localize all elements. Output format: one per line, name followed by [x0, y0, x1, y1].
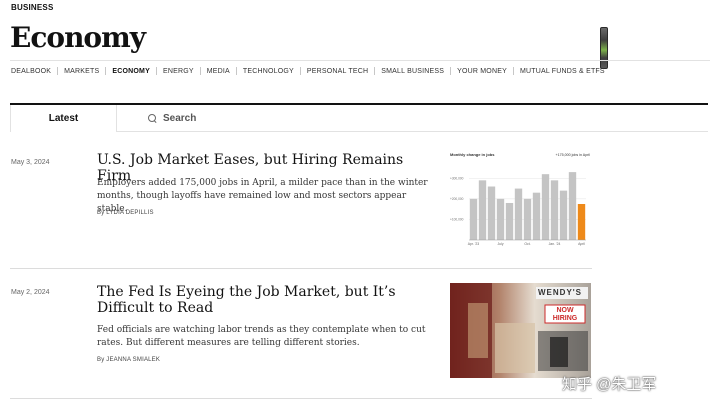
- hiring-photo: [450, 283, 591, 378]
- story-date: May 2, 2024: [11, 289, 50, 296]
- story-divider: [10, 268, 592, 269]
- subnav-item-markets[interactable]: MARKETS: [64, 68, 99, 75]
- chart-bar: [568, 172, 577, 240]
- photo-sign-sub: NOW HIRING: [552, 307, 578, 322]
- chart-bar: [514, 188, 523, 240]
- subnav-item-small-business[interactable]: SMALL BUSINESS: [381, 68, 444, 75]
- chart-x-tick-label: July: [497, 242, 503, 246]
- subnav-separator: [374, 67, 376, 75]
- chart-bar: [469, 198, 478, 240]
- subnav-separator: [235, 67, 237, 75]
- subnav-separator: [299, 67, 301, 75]
- chart-y-tick-label: +200,000: [450, 197, 464, 201]
- subnav-separator: [57, 67, 59, 75]
- section-subnav: DEALBOOK MARKETS ECONOMY ENERGY MEDIA TECHNOL…: [11, 62, 711, 80]
- chart-annotation: +175,000 jobs in April: [556, 153, 591, 157]
- search-icon: [148, 114, 157, 123]
- subnav-item-your-money[interactable]: YOUR MONEY: [457, 68, 507, 75]
- subnav-item-economy[interactable]: ECONOMY: [112, 68, 150, 75]
- chart-bar: [559, 190, 568, 240]
- chart-thumbnail[interactable]: Monthly change in jobs +175,000 jobs in A…: [449, 150, 591, 250]
- chart-x-tick-label: Jan. '24: [549, 242, 561, 246]
- top-rule: [10, 60, 710, 61]
- subnav-item-technology[interactable]: TECHNOLOGY: [243, 68, 294, 75]
- chart-x-tick-label: April: [578, 242, 585, 246]
- subnav-separator: [512, 67, 514, 75]
- chart-y-tick-label: +300,000: [450, 176, 464, 180]
- story-divider: [10, 398, 592, 399]
- photo-sign-text: WENDY'S: [538, 288, 583, 297]
- subnav-separator: [450, 67, 452, 75]
- story-headline[interactable]: The Fed Is Eyeing the Job Market, but It…: [97, 284, 427, 316]
- subnav-item-energy[interactable]: ENERGY: [163, 68, 194, 75]
- page-title[interactable]: Economy: [10, 20, 146, 56]
- chart-x-tick-label: Apr. '23: [468, 242, 480, 246]
- chart-bar: [505, 202, 514, 240]
- subnav-item-media[interactable]: MEDIA: [207, 68, 230, 75]
- chart-bar: [523, 198, 532, 240]
- chart-bar: [550, 180, 559, 240]
- chart-bar: [496, 198, 505, 240]
- subnav-item-mutual-funds-etfs[interactable]: MUTUAL FUNDS & ETFS: [520, 68, 605, 75]
- tabbar: Latest Search: [10, 105, 708, 132]
- story-byline[interactable]: By LYDIA DEPILLIS: [97, 210, 154, 216]
- chart-bar: [541, 174, 550, 240]
- story-date: May 3, 2024: [11, 159, 50, 166]
- story-summary: Fed officials are watching labor trends …: [97, 325, 426, 348]
- tab-latest[interactable]: Latest: [10, 105, 117, 132]
- subnav-item-personal-tech[interactable]: PERSONAL TECH: [307, 68, 368, 75]
- chart-y-tick-label: +100,000: [450, 218, 464, 222]
- subnav-separator: [199, 67, 201, 75]
- watermark: 知乎 @朱卫军: [562, 376, 657, 393]
- chart-bar: [478, 180, 487, 240]
- jobs-chart: Monthly change in jobs +175,000 jobs in A…: [450, 152, 591, 246]
- tab-search-label: Search: [163, 113, 197, 124]
- story-byline[interactable]: By JEANNA SMIALEK: [97, 357, 160, 363]
- subnav-separator: [155, 67, 157, 75]
- subnav-item-dealbook[interactable]: DEALBOOK: [11, 68, 51, 75]
- chart-title: Monthly change in jobs: [450, 152, 495, 157]
- chart-bar: [577, 204, 586, 240]
- chart-bar: [532, 192, 541, 240]
- subnav-separator: [105, 67, 107, 75]
- story-photo[interactable]: WENDY'S NOW HIRING: [450, 283, 591, 378]
- section-kicker[interactable]: BUSINESS: [11, 3, 54, 12]
- chart-x-tick-label: Oct.: [524, 242, 530, 246]
- tab-search[interactable]: Search: [148, 105, 196, 132]
- chart-bar: [487, 186, 496, 240]
